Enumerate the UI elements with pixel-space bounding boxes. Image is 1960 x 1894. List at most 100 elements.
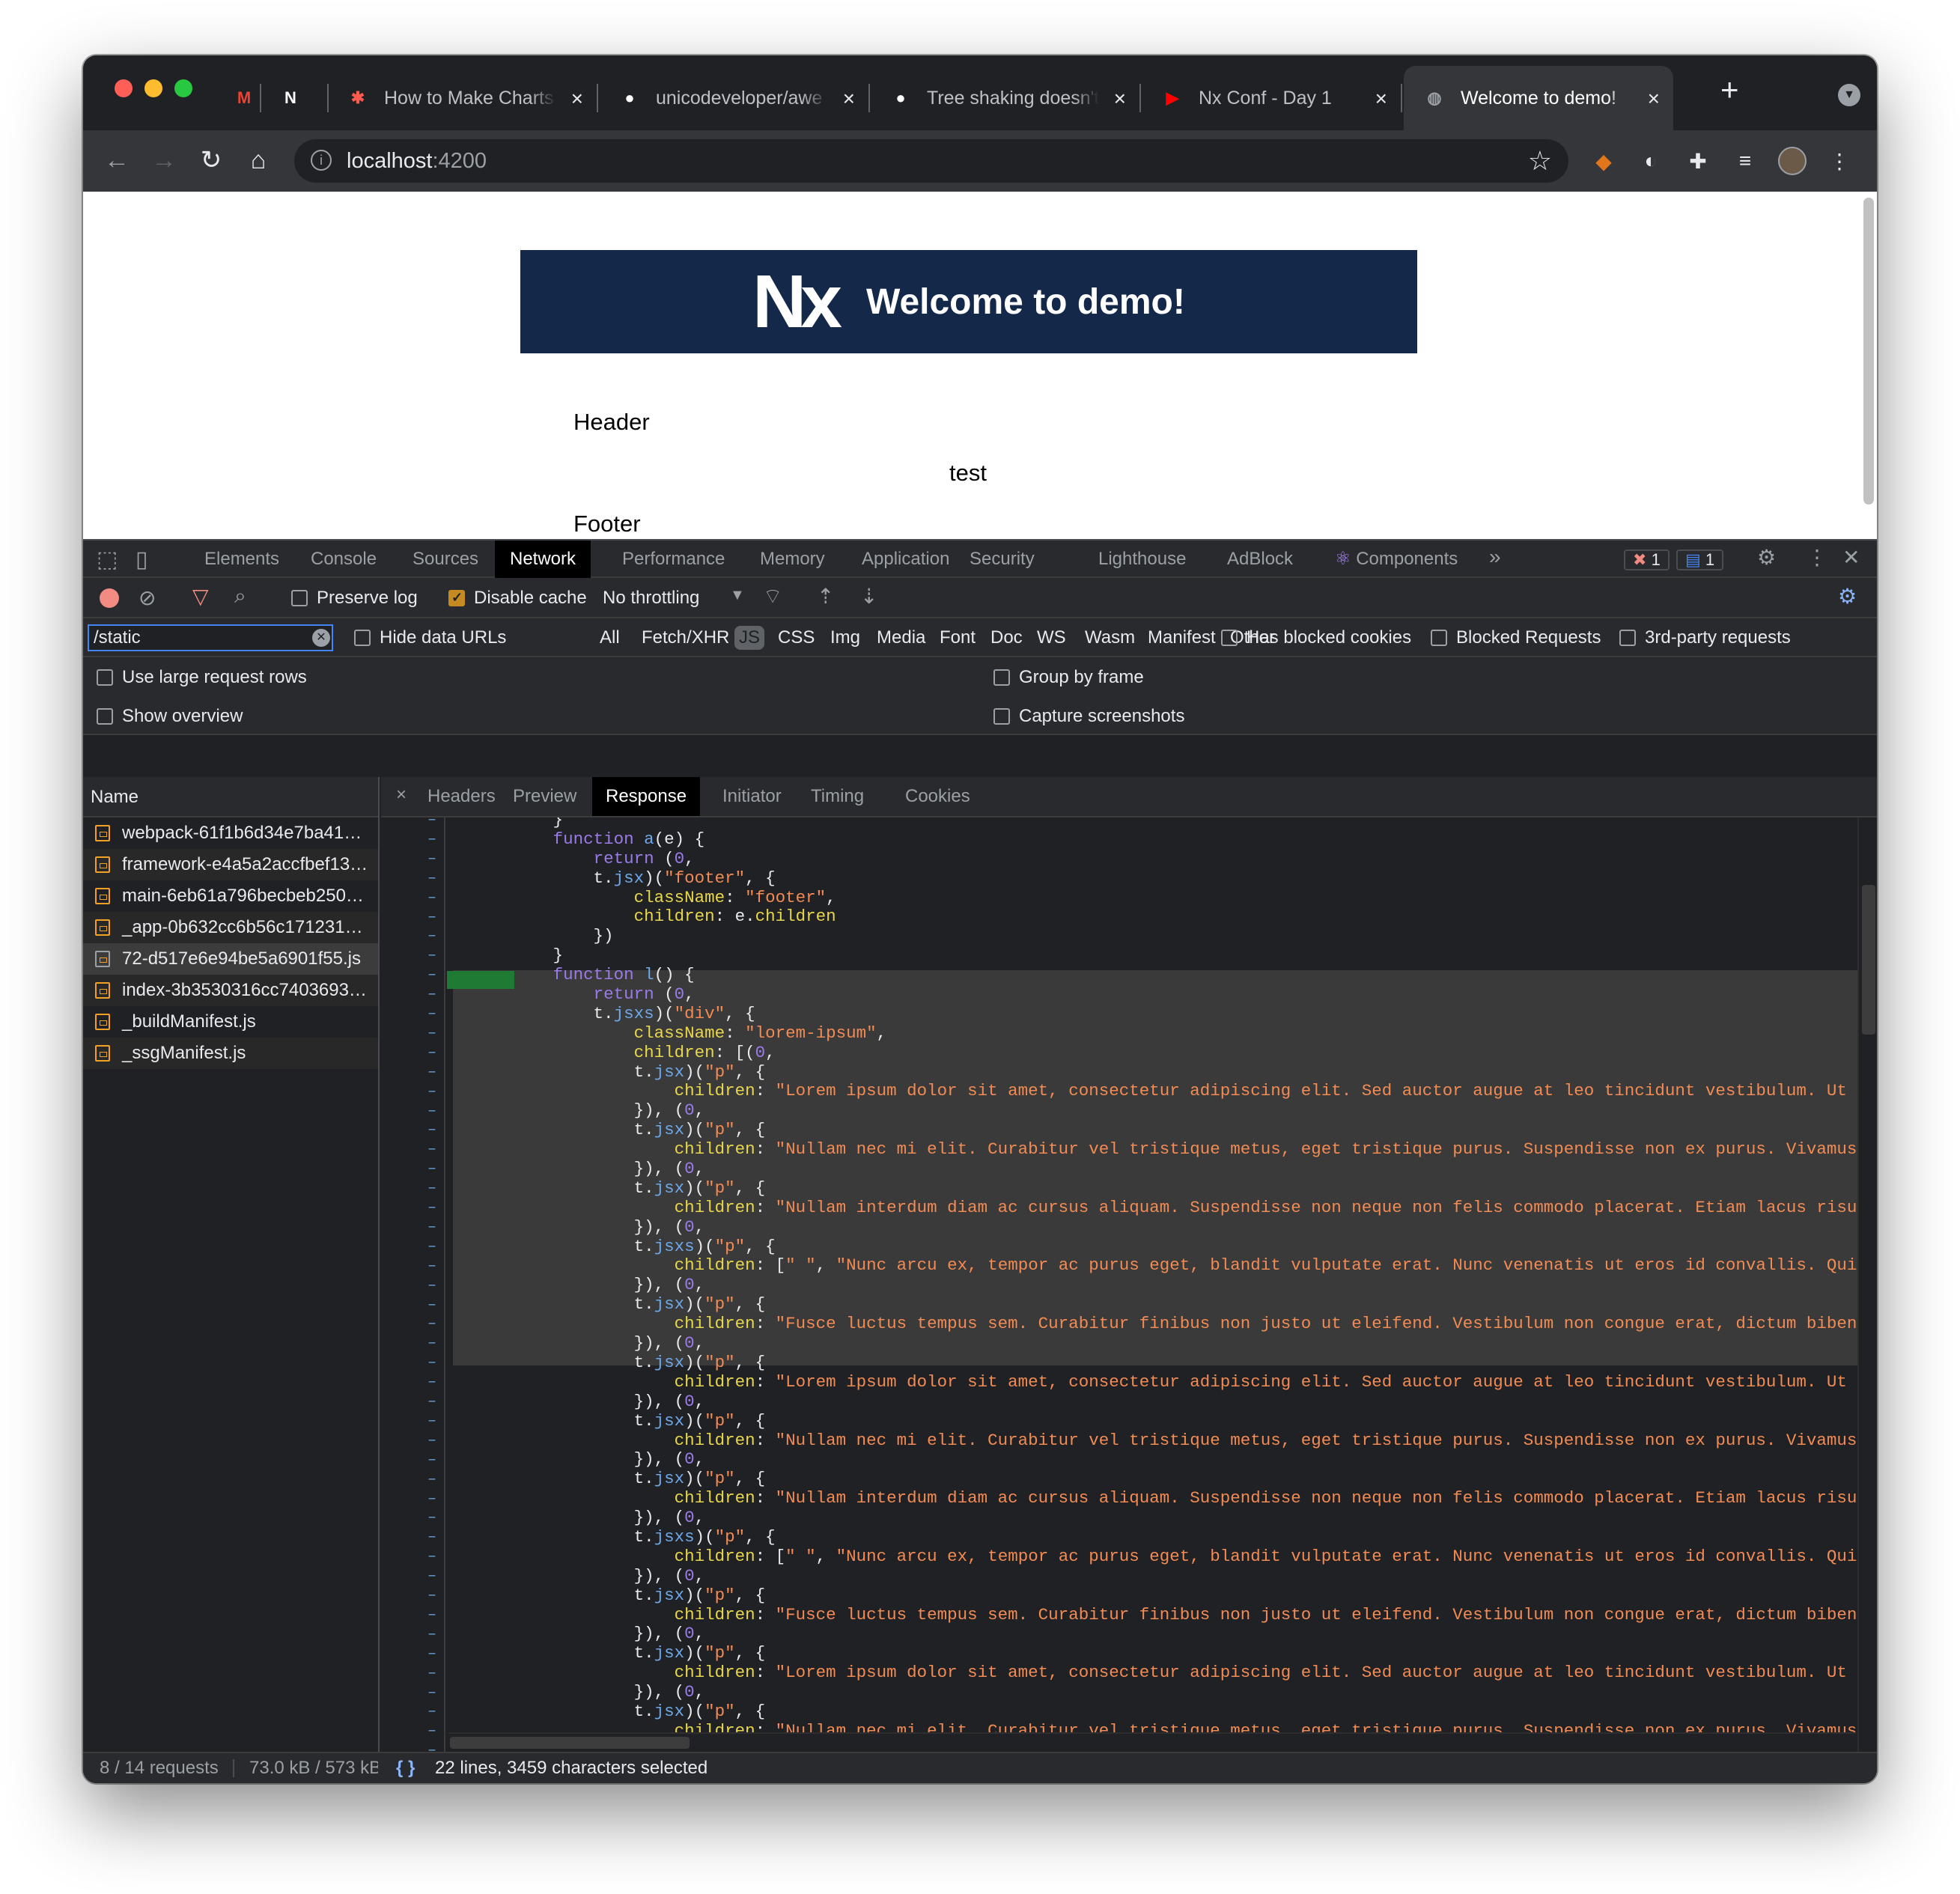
browser-tab[interactable]: N xyxy=(260,66,327,130)
devtools-menu-icon[interactable]: ⋮ xyxy=(1807,545,1827,570)
search-icon[interactable]: ⌕ xyxy=(234,584,246,609)
browser-tab[interactable]: ● unicodeveloper/awe × xyxy=(599,66,868,130)
clear-icon[interactable]: ⊘ xyxy=(139,585,156,610)
name-column-header[interactable]: Name xyxy=(83,777,378,817)
devtools-tab-performance[interactable]: Performance xyxy=(607,541,740,578)
export-har-icon[interactable]: ⇣ xyxy=(860,584,877,609)
code-horizontal-scroll-thumb[interactable] xyxy=(450,1737,690,1749)
reload-icon[interactable]: ↻ xyxy=(196,145,226,175)
devtools-tab-console[interactable]: Console xyxy=(296,541,392,578)
preserve-log-checkbox[interactable] xyxy=(291,590,308,606)
disable-cache-checkbox[interactable] xyxy=(448,590,465,606)
third-party-checkbox[interactable] xyxy=(1619,630,1636,646)
close-tab-icon[interactable]: × xyxy=(571,87,583,111)
filter-type-doc[interactable]: Doc xyxy=(986,626,1027,650)
devtools-tab-security[interactable]: Security xyxy=(955,541,1050,578)
devtools-tab-adblock[interactable]: AdBlock xyxy=(1212,541,1308,578)
devtools-tab-application[interactable]: Application xyxy=(847,541,964,578)
settings-gear-icon[interactable]: ⚙ xyxy=(1757,545,1776,570)
close-tab-icon[interactable]: × xyxy=(843,87,855,111)
new-tab-button[interactable]: + xyxy=(1720,72,1739,108)
devtools-tab-sources[interactable]: Sources xyxy=(398,541,493,578)
detail-tab-initiator[interactable]: Initiator xyxy=(709,777,795,816)
detail-tab-timing[interactable]: Timing xyxy=(797,777,877,816)
devtools-tab-lighthouse[interactable]: Lighthouse xyxy=(1083,541,1201,578)
device-toggle-icon[interactable]: ▯ xyxy=(136,546,148,573)
devtools-tab-memory[interactable]: Memory xyxy=(745,541,840,578)
pocket-icon[interactable]: ◐ xyxy=(1637,147,1665,175)
detail-tab-headers[interactable]: Headers xyxy=(414,777,509,816)
detail-tab-response[interactable]: Response xyxy=(592,777,701,816)
request-row[interactable]: framework-e4a5a2accfbef13… xyxy=(83,849,378,880)
site-info-icon[interactable]: i xyxy=(311,150,332,171)
show-overview-checkbox[interactable] xyxy=(97,708,113,725)
request-row[interactable]: _buildManifest.js xyxy=(83,1006,378,1038)
home-icon[interactable]: ⌂ xyxy=(243,145,273,175)
network-conditions-icon[interactable]: ⌔ xyxy=(763,584,782,610)
inspect-element-icon[interactable]: ⬚ xyxy=(97,546,118,573)
tab-search-icon[interactable]: ▼ xyxy=(1838,84,1860,106)
metamask-icon[interactable]: ◆ xyxy=(1589,147,1618,175)
filter-type-ws[interactable]: WS xyxy=(1032,626,1071,650)
close-tab-icon[interactable]: × xyxy=(1114,87,1126,111)
close-tab-icon[interactable]: × xyxy=(1648,87,1660,111)
address-bar[interactable]: i localhost:4200 ☆ xyxy=(294,139,1568,183)
browser-tab[interactable]: ▶ Nx Conf - Day 1 × xyxy=(1142,66,1401,130)
filter-type-font[interactable]: Font xyxy=(935,626,980,650)
hide-data-urls-checkbox[interactable] xyxy=(354,630,371,646)
back-arrow-icon[interactable]: ← xyxy=(102,145,132,175)
bookmark-star-icon[interactable]: ☆ xyxy=(1528,145,1552,177)
request-row[interactable]: _ssgManifest.js xyxy=(83,1038,378,1069)
has-blocked-cookies-checkbox[interactable] xyxy=(1221,630,1238,646)
browser-tab[interactable]: ● Tree shaking doesn't × xyxy=(870,66,1139,130)
blocked-requests-checkbox[interactable] xyxy=(1431,630,1447,646)
filter-type-fetch-xhr[interactable]: Fetch/XHR xyxy=(637,626,734,650)
message-badge[interactable]: ▤ 1 xyxy=(1676,549,1724,570)
browser-tab[interactable]: ✱ How to Make Charts × xyxy=(327,66,597,130)
code-vertical-scroll-thumb[interactable] xyxy=(1862,885,1875,1035)
browser-tab[interactable]: M xyxy=(213,66,260,130)
request-row[interactable]: webpack-61f1b6d34e7ba41… xyxy=(83,817,378,849)
devtools-tab-components[interactable]: ⚛ Components xyxy=(1320,541,1473,578)
filter-type-js[interactable]: JS xyxy=(734,626,765,650)
network-settings-gear-icon[interactable]: ⚙ xyxy=(1838,584,1857,609)
extensions-puzzle-icon[interactable]: ✚ xyxy=(1684,147,1712,175)
code-horizontal-scrollbar[interactable] xyxy=(448,1732,1856,1752)
forward-arrow-icon[interactable]: → xyxy=(149,145,179,175)
detail-tab-preview[interactable]: Preview xyxy=(499,777,590,816)
capture-screenshots-checkbox[interactable] xyxy=(993,708,1010,725)
filter-type-all[interactable]: All xyxy=(595,626,624,650)
request-row[interactable]: index-3b3530316cc7403693… xyxy=(83,975,378,1006)
request-row[interactable]: 72-d517e6e94be5a6901f55.js xyxy=(83,943,378,975)
devtools-tab-network[interactable]: Network xyxy=(495,541,591,578)
error-badge[interactable]: ✖ 1 xyxy=(1624,549,1670,570)
browser-tab[interactable]: ◍ Welcome to demo! × xyxy=(1404,66,1673,130)
clear-filter-icon[interactable]: ✕ xyxy=(312,629,330,647)
code-vertical-scrollbar[interactable] xyxy=(1857,817,1877,1752)
minimize-window-button[interactable] xyxy=(144,79,162,97)
large-rows-checkbox[interactable] xyxy=(97,669,113,686)
profile-avatar[interactable] xyxy=(1778,147,1807,175)
pretty-print-icon[interactable]: { } xyxy=(396,1753,415,1783)
reading-list-icon[interactable]: ≡ xyxy=(1731,147,1759,175)
filter-input[interactable]: /static xyxy=(88,624,333,651)
devtools-tab-elements[interactable]: Elements xyxy=(189,541,294,578)
more-tabs-icon[interactable]: » xyxy=(1489,545,1501,569)
close-tab-icon[interactable]: × xyxy=(1375,87,1387,111)
filter-type-css[interactable]: CSS xyxy=(773,626,819,650)
filter-type-media[interactable]: Media xyxy=(872,626,930,650)
record-button[interactable] xyxy=(100,588,119,608)
filter-type-img[interactable]: Img xyxy=(826,626,865,650)
chevron-down-icon[interactable]: ▼ xyxy=(730,587,745,604)
filter-icon[interactable]: ▽ xyxy=(192,584,209,609)
maximize-window-button[interactable] xyxy=(174,79,192,97)
filter-type-manifest[interactable]: Manifest xyxy=(1143,626,1220,650)
close-detail-icon[interactable]: × xyxy=(396,785,407,806)
page-scrollbar[interactable] xyxy=(1863,198,1874,505)
response-code-view[interactable]: – – – – – – – – – – – – – – – – – – – – – – – – – – – – – – – – – – – – – – – –… xyxy=(381,817,1857,1752)
throttling-select[interactable]: No throttling xyxy=(603,588,699,609)
close-window-button[interactable] xyxy=(115,79,133,97)
close-devtools-icon[interactable]: ✕ xyxy=(1842,545,1860,570)
browser-menu-icon[interactable]: ⋮ xyxy=(1825,147,1854,175)
filter-type-wasm[interactable]: Wasm xyxy=(1080,626,1139,650)
